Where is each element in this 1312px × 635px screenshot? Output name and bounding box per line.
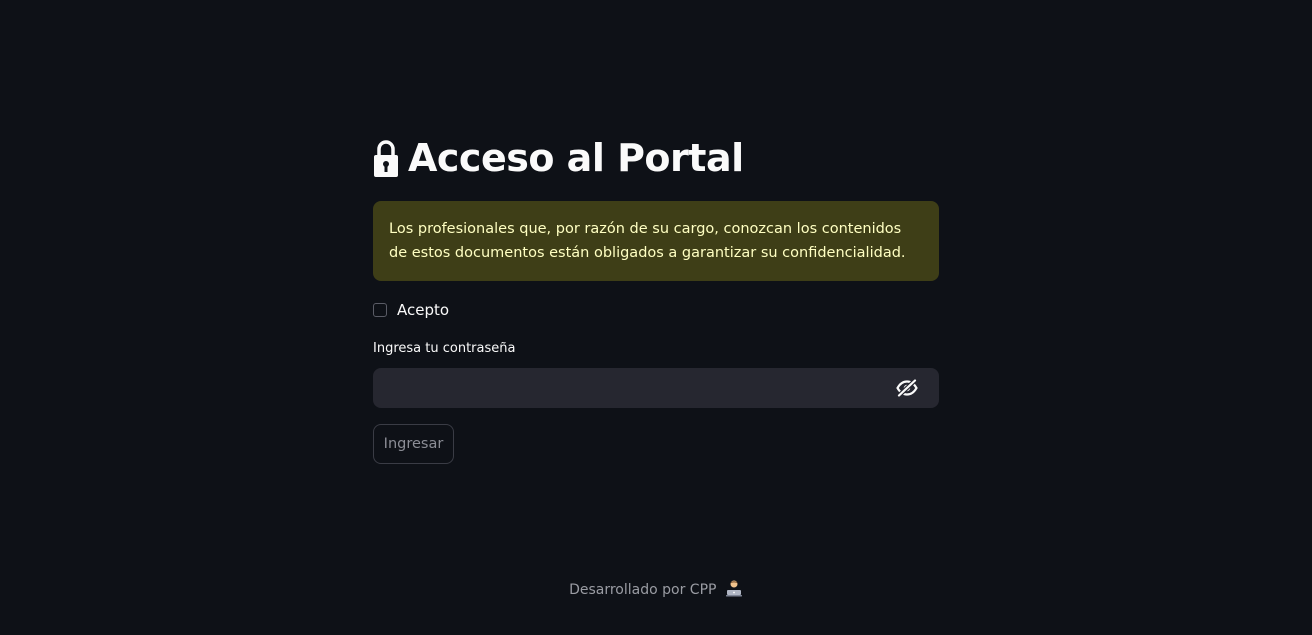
- submit-button[interactable]: Ingresar: [373, 424, 454, 464]
- eye-slash-icon[interactable]: [887, 368, 927, 408]
- lock-icon: [373, 138, 399, 178]
- accept-checkbox-label[interactable]: Acepto: [397, 301, 449, 319]
- technologist-emoji-icon: [725, 579, 743, 597]
- footer: Desarrollado por CPP: [0, 579, 1312, 600]
- footer-text: Desarrollado por CPP: [569, 582, 717, 598]
- confidentiality-notice: Los profesionales que, por razón de su c…: [373, 201, 939, 281]
- page-header: Acceso al Portal: [373, 128, 939, 188]
- login-page: Acceso al Portal Los profesionales que, …: [0, 0, 1312, 635]
- notice-text: Los profesionales que, por razón de su c…: [389, 221, 906, 261]
- page-title: Acceso al Portal: [408, 136, 744, 180]
- login-form: Acceso al Portal Los profesionales que, …: [373, 128, 939, 464]
- password-field-container: [373, 368, 939, 408]
- accept-checkbox-row[interactable]: Acepto: [373, 300, 939, 320]
- password-input[interactable]: [373, 368, 887, 408]
- accept-checkbox[interactable]: [373, 303, 387, 317]
- password-label: Ingresa tu contraseña: [373, 341, 516, 356]
